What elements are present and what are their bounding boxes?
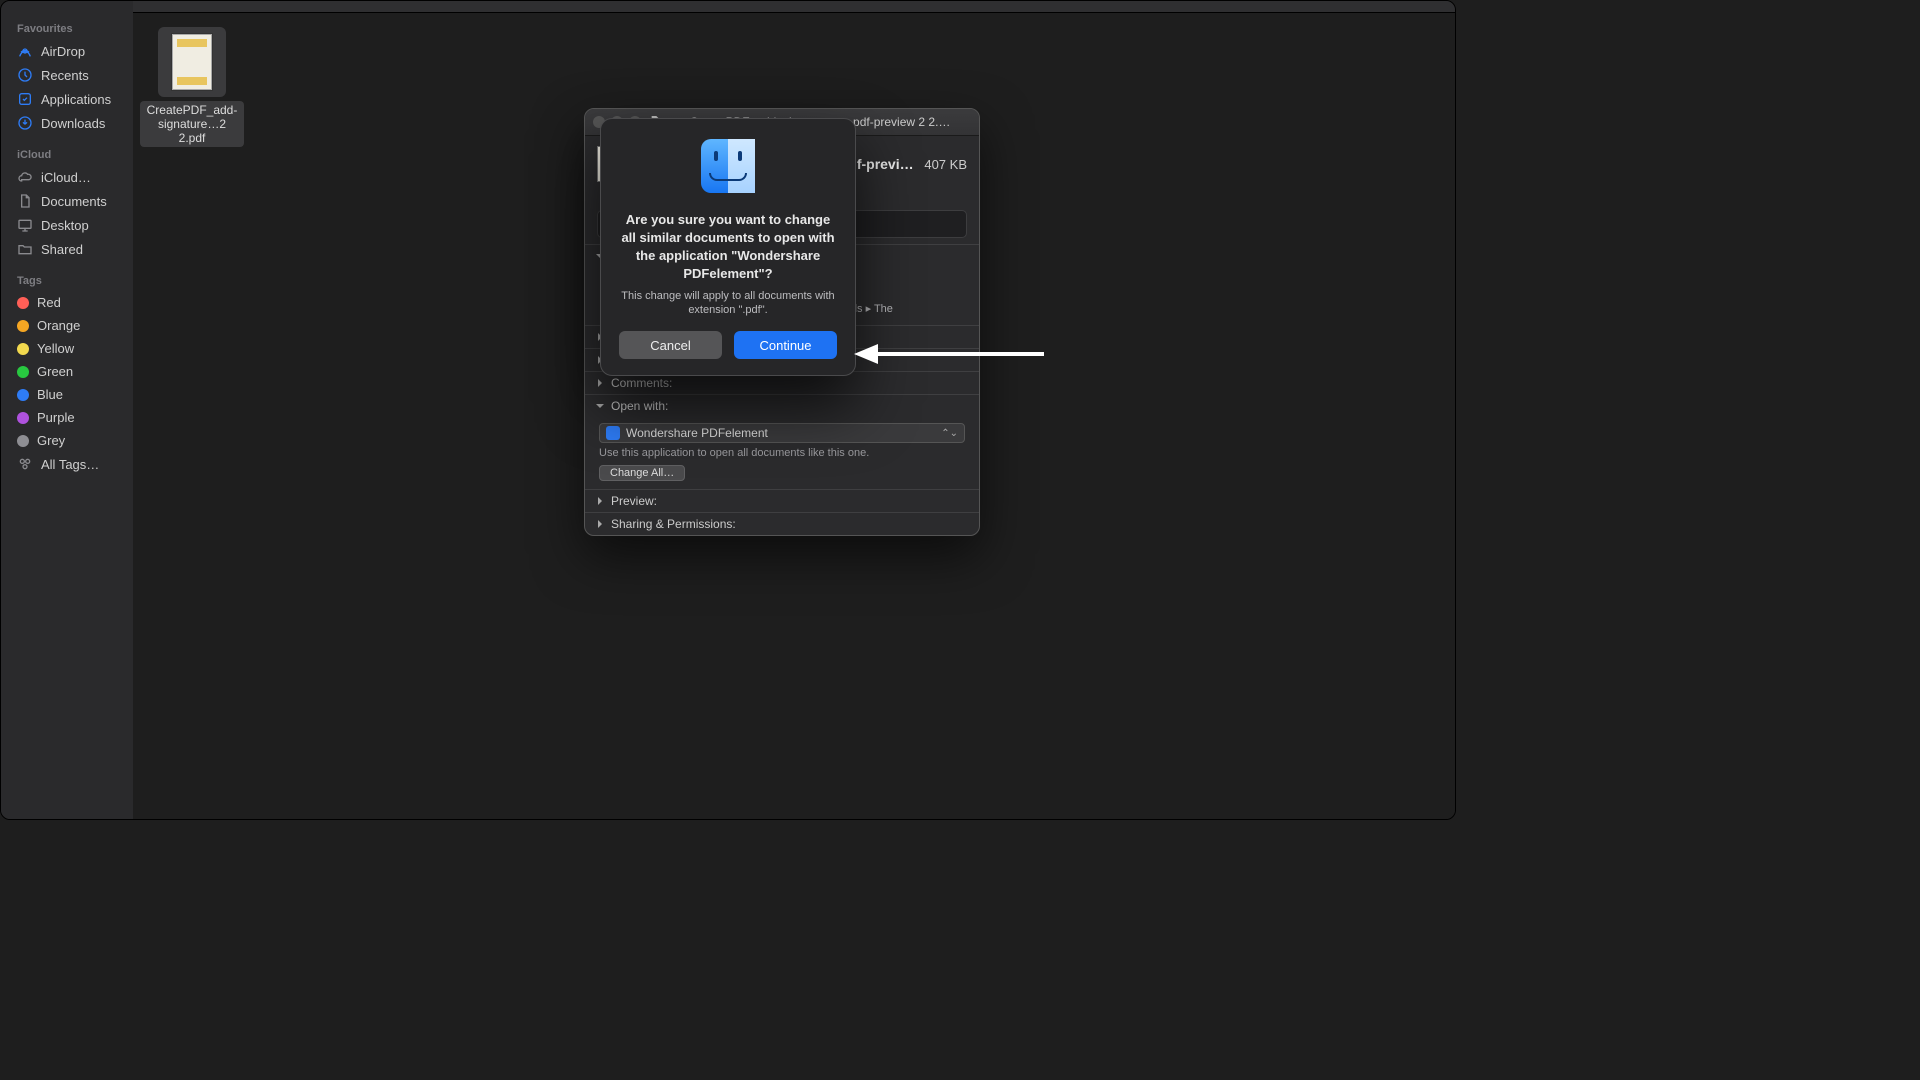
tag-dot-icon (17, 389, 29, 401)
section-header-sharing[interactable]: Sharing & Permissions: (585, 513, 979, 535)
finder-app-icon (701, 139, 755, 193)
open-with-select[interactable]: Wondershare PDFelement ⌃⌄ (599, 423, 965, 443)
all-tags-icon (17, 456, 33, 472)
sidebar-tag-yellow[interactable]: Yellow (7, 337, 127, 360)
tag-dot-icon (17, 366, 29, 378)
sidebar-item-label: AirDrop (41, 44, 85, 59)
dialog-buttons: Cancel Continue (619, 331, 837, 359)
sidebar-tag-blue[interactable]: Blue (7, 383, 127, 406)
sidebar-header-icloud: iCloud (7, 135, 127, 165)
sidebar-item-label: Red (37, 295, 61, 310)
file-thumbnail (158, 27, 226, 97)
sidebar-item-label: Blue (37, 387, 63, 402)
tag-dot-icon (17, 297, 29, 309)
tag-dot-icon (17, 320, 29, 332)
chevron-right-icon (595, 378, 605, 388)
clock-icon (17, 67, 33, 83)
dialog-headline: Are you sure you want to change all simi… (619, 211, 837, 283)
chevron-right-icon (595, 519, 605, 529)
app-icon (606, 426, 620, 440)
sidebar-item-label: Applications (41, 92, 111, 107)
confirm-change-all-dialog: Are you sure you want to change all simi… (600, 118, 856, 376)
sidebar-tag-red[interactable]: Red (7, 291, 127, 314)
sidebar-item-label: Green (37, 364, 73, 379)
desktop-icon (17, 217, 33, 233)
continue-button[interactable]: Continue (734, 331, 837, 359)
sidebar-item-label: Shared (41, 242, 83, 257)
sidebar-item-label: Desktop (41, 218, 89, 233)
file-label: CreatePDF_add-signature…2 2.pdf (140, 101, 244, 147)
sidebar-item-label: Orange (37, 318, 80, 333)
sidebar-item-label: Documents (41, 194, 107, 209)
change-all-button[interactable]: Change All… (599, 465, 685, 481)
sidebar-item-label: Downloads (41, 116, 105, 131)
sidebar-header-favourites: Favourites (7, 9, 127, 39)
sidebar-item-label: Purple (37, 410, 75, 425)
sidebar-item-recents[interactable]: Recents (7, 63, 127, 87)
sidebar-item-label: Recents (41, 68, 89, 83)
applications-icon (17, 91, 33, 107)
sidebar-tag-green[interactable]: Green (7, 360, 127, 383)
sidebar-item-airdrop[interactable]: AirDrop (7, 39, 127, 63)
sidebar-all-tags[interactable]: All Tags… (7, 452, 127, 476)
sidebar-item-downloads[interactable]: Downloads (7, 111, 127, 135)
tag-dot-icon (17, 343, 29, 355)
section-open-with: Open with: Wondershare PDFelement ⌃⌄ Use… (585, 394, 979, 489)
sidebar-item-label: Yellow (37, 341, 74, 356)
sidebar-item-icloud-drive[interactable]: iCloud… (7, 165, 127, 189)
select-arrows-icon: ⌃⌄ (941, 428, 958, 439)
chevron-right-icon (595, 496, 605, 506)
sidebar-header-tags: Tags (7, 261, 127, 291)
section-body-open-with: Wondershare PDFelement ⌃⌄ Use this appli… (585, 417, 979, 489)
sidebar-tag-orange[interactable]: Orange (7, 314, 127, 337)
open-with-hint: Use this application to open all documen… (599, 447, 965, 459)
sidebar-item-desktop[interactable]: Desktop (7, 213, 127, 237)
cancel-button[interactable]: Cancel (619, 331, 722, 359)
dialog-body: This change will apply to all documents … (619, 289, 837, 317)
file-item[interactable]: CreatePDF_add-signature…2 2.pdf (147, 27, 237, 147)
sidebar-tag-grey[interactable]: Grey (7, 429, 127, 452)
sidebar-item-shared[interactable]: Shared (7, 237, 127, 261)
tag-dot-icon (17, 412, 29, 424)
tag-dot-icon (17, 435, 29, 447)
section-header-preview[interactable]: Preview: (585, 490, 979, 512)
open-with-app-name: Wondershare PDFelement (626, 426, 768, 440)
sidebar-item-label: Grey (37, 433, 65, 448)
airdrop-icon (17, 43, 33, 59)
sidebar-item-label: iCloud… (41, 170, 91, 185)
sidebar-tag-purple[interactable]: Purple (7, 406, 127, 429)
sidebar-item-applications[interactable]: Applications (7, 87, 127, 111)
sidebar-item-documents[interactable]: Documents (7, 189, 127, 213)
section-header-open-with[interactable]: Open with: (585, 395, 979, 417)
sidebar: Favourites AirDrop Recents Applications … (1, 1, 133, 819)
sidebar-item-label: All Tags… (41, 457, 99, 472)
download-icon (17, 115, 33, 131)
toolbar (133, 1, 1455, 13)
chevron-down-icon (595, 401, 605, 411)
shared-folder-icon (17, 241, 33, 257)
cloud-icon (17, 169, 33, 185)
info-file-size: 407 KB (924, 157, 967, 172)
document-icon (17, 193, 33, 209)
